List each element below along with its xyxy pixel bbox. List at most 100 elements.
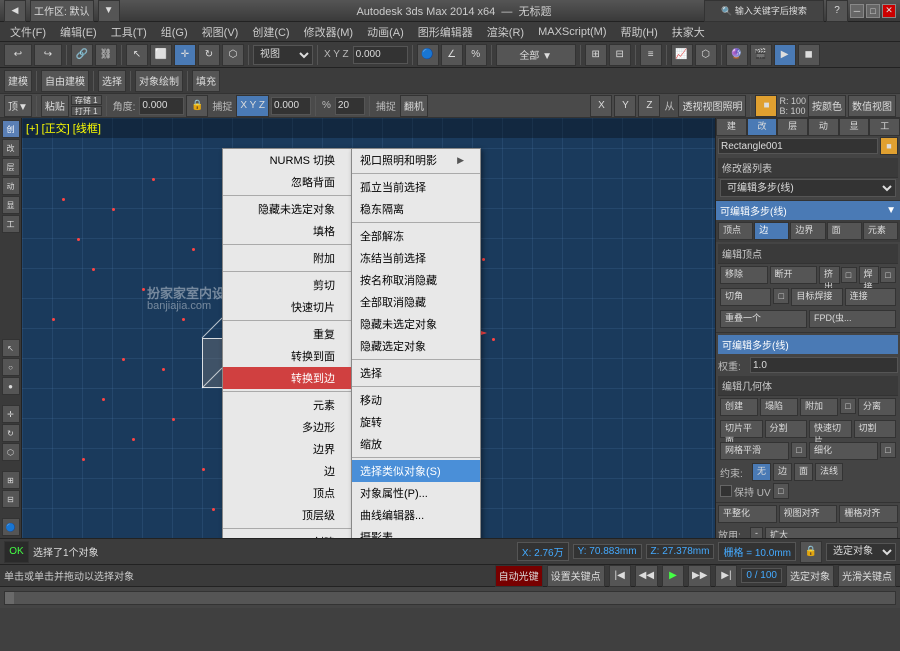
menu-help[interactable]: 帮助(H) <box>615 23 664 41</box>
ctx-rotate[interactable]: 旋转 <box>352 411 480 433</box>
left-select-btn[interactable]: ↖ <box>2 339 20 357</box>
menu-create[interactable]: 创建(C) <box>246 23 295 41</box>
rp-connect-btn[interactable]: 连接 <box>845 288 896 306</box>
maximize-btn[interactable]: □ <box>866 4 880 18</box>
viewport[interactable]: [+] [正交] [线框] <box>22 118 715 538</box>
rp-ffd-btn[interactable]: FPD(虫... <box>809 310 896 328</box>
status-ok-btn[interactable]: OK <box>4 541 29 563</box>
mirror-btn[interactable]: ⊞ <box>585 44 607 66</box>
ctx-dope-sheet[interactable]: 摄影表... <box>352 526 480 538</box>
set-key-btn[interactable]: 设置关键点 <box>547 565 605 587</box>
percent-input[interactable] <box>335 97 365 115</box>
rp-geo-attach-opts[interactable]: □ <box>840 398 856 414</box>
ctx-select2[interactable]: 选择 <box>352 362 480 384</box>
obj-paint-btn[interactable]: 对象绘制 <box>135 70 183 92</box>
menu-edit[interactable]: 编辑(E) <box>54 23 103 41</box>
freeform-btn[interactable]: 自由建模 <box>41 70 89 92</box>
ctx-hide-unsel2[interactable]: 隐藏未选定对象 <box>352 313 480 335</box>
paste-btn[interactable]: 粘贴 <box>41 95 69 117</box>
rp-chamfer-btn[interactable]: 切角 <box>720 288 771 306</box>
ctx-cut[interactable]: 剪切 <box>223 274 351 296</box>
rp-extrude-opts[interactable]: □ <box>841 267 857 283</box>
rp-weight-input[interactable] <box>750 357 898 373</box>
rp-geo-tessellate[interactable]: 细化 <box>809 442 878 460</box>
left-paint-btn[interactable]: ● <box>2 377 20 395</box>
snap-val-input[interactable] <box>271 97 311 115</box>
ref-coord-btn[interactable]: 透视视图照明 <box>678 95 746 117</box>
play-btn[interactable]: ▶ <box>662 565 684 587</box>
color-btn[interactable]: ■ <box>755 95 777 117</box>
auto-key-btn[interactable]: 自动光键 <box>495 565 543 587</box>
rp-grid-align-btn[interactable]: 栅格对齐 <box>839 505 898 523</box>
ctx-quick-slice[interactable]: 快速切片 <box>223 296 351 318</box>
undo-btn[interactable]: ↩ <box>4 44 32 66</box>
menu-banjiajia[interactable]: 扶家大 <box>666 23 711 41</box>
render-btn[interactable]: ▶ <box>774 44 796 66</box>
ctx-freeze-sel[interactable]: 冻结当前选择 <box>352 247 480 269</box>
rp-tab-modify[interactable]: 改 <box>747 118 778 136</box>
search-btn[interactable]: 🔍 输入关键字后搜索 <box>704 0 824 22</box>
ctx-properties[interactable]: 对象属性(P)... <box>352 482 480 504</box>
ctx-nurms[interactable]: NURMS 切换 <box>223 149 351 171</box>
workspace-btn[interactable]: 工作区: 默认 <box>30 0 94 22</box>
menu-graph-editor[interactable]: 图形编辑器 <box>412 23 479 41</box>
menu-modifier[interactable]: 修改器(M) <box>298 23 360 41</box>
open1-btn[interactable]: 打开 1 <box>71 106 102 116</box>
render-setup-btn[interactable]: 🎬 <box>750 44 772 66</box>
ctx-polygon[interactable]: 多边形 <box>223 416 351 438</box>
numeric-btn[interactable]: 数值视图 <box>848 95 896 117</box>
timeline-bar[interactable] <box>4 591 896 605</box>
rp-extrude-btn[interactable]: 挤出 <box>819 266 840 284</box>
layer-btn[interactable]: ≡ <box>640 44 662 66</box>
rp-flatten-btn[interactable]: 平整化 <box>718 505 777 523</box>
left-scale-btn[interactable]: ⬡ <box>2 443 20 461</box>
select-region-btn[interactable]: ⬜ <box>150 44 172 66</box>
ctx-unhide-all[interactable]: 全部取消隐藏 <box>352 291 480 313</box>
back-btn[interactable]: ◀ <box>4 0 26 22</box>
ctx-element[interactable]: 元素 <box>223 394 351 416</box>
rp-tab-create[interactable]: 建 <box>716 118 747 136</box>
ctx-top-level[interactable]: 顶层级 <box>223 504 351 526</box>
material-editor-btn[interactable]: 🔮 <box>726 44 748 66</box>
rp-preserve-uv-opts[interactable]: □ <box>773 483 789 499</box>
workspace-dropdown[interactable]: ▼ <box>98 0 120 22</box>
prev-key-btn[interactable]: ◀◀ <box>635 565 658 587</box>
link-btn[interactable]: 🔗 <box>71 44 93 66</box>
ctx-isolate[interactable]: 孤立当前选择 <box>352 176 480 198</box>
rp-geo-attach[interactable]: 附加 <box>800 398 838 416</box>
rp-edit-mesh-row[interactable]: 可编辑多步(线) ▼ <box>716 201 900 220</box>
rp-geo-quick-slice[interactable]: 快速切片 <box>809 420 852 438</box>
left-lasso-btn[interactable]: ○ <box>2 358 20 376</box>
align-btn[interactable]: ⊟ <box>609 44 631 66</box>
snap-y-btn[interactable]: Y <box>614 95 636 117</box>
prev-frame-btn[interactable]: |◀ <box>609 565 631 587</box>
menu-view[interactable]: 视图(V) <box>196 23 245 41</box>
left-snap-btn[interactable]: 🔵 <box>2 518 20 536</box>
rp-chamfer-opts[interactable]: □ <box>773 288 789 304</box>
angle-lock-btn[interactable]: 🔒 <box>186 95 208 117</box>
rp-weld-btn[interactable]: 焊接 <box>859 266 880 284</box>
render-to-btn[interactable]: ◼ <box>798 44 820 66</box>
select-tools-btn[interactable]: 选择 <box>98 70 126 92</box>
color-key-btn[interactable]: 按颜色 <box>808 95 846 117</box>
ctx-hide-unsel[interactable]: 隐藏未选定对象 <box>223 198 351 220</box>
ctx-scale[interactable]: 缩放 <box>352 433 480 455</box>
rp-geo-meshsmooth-opts[interactable]: □ <box>791 442 807 458</box>
ctx-select-similar[interactable]: 选择类似对象(S) <box>352 460 480 482</box>
utility-tab[interactable]: 工 <box>2 215 20 233</box>
rp-element-btn[interactable]: 元素 <box>863 222 898 240</box>
display-tab[interactable]: 显 <box>2 196 20 214</box>
unlink-btn[interactable]: ⛓ <box>95 44 117 66</box>
rp-geo-collapse[interactable]: 塌陷 <box>760 398 798 416</box>
rp-editable-poly-highlight[interactable]: 可编辑多步(线) <box>718 335 898 354</box>
menu-group[interactable]: 组(G) <box>155 23 194 41</box>
ctx-convert-face[interactable]: 转换到面 <box>223 345 351 367</box>
ctx-vertex[interactable]: 顶点 <box>223 482 351 504</box>
angle-input[interactable] <box>139 97 184 115</box>
create-tab[interactable]: 创 <box>2 120 20 138</box>
rp-subop-expand[interactable]: 扩大 <box>765 527 898 538</box>
ctx-edge[interactable]: 边 <box>223 460 351 482</box>
unit-toggle-btn[interactable]: 翻机 <box>400 95 428 117</box>
snap2-btn[interactable]: X Y Z <box>236 95 269 117</box>
menu-animation[interactable]: 动画(A) <box>361 23 410 41</box>
